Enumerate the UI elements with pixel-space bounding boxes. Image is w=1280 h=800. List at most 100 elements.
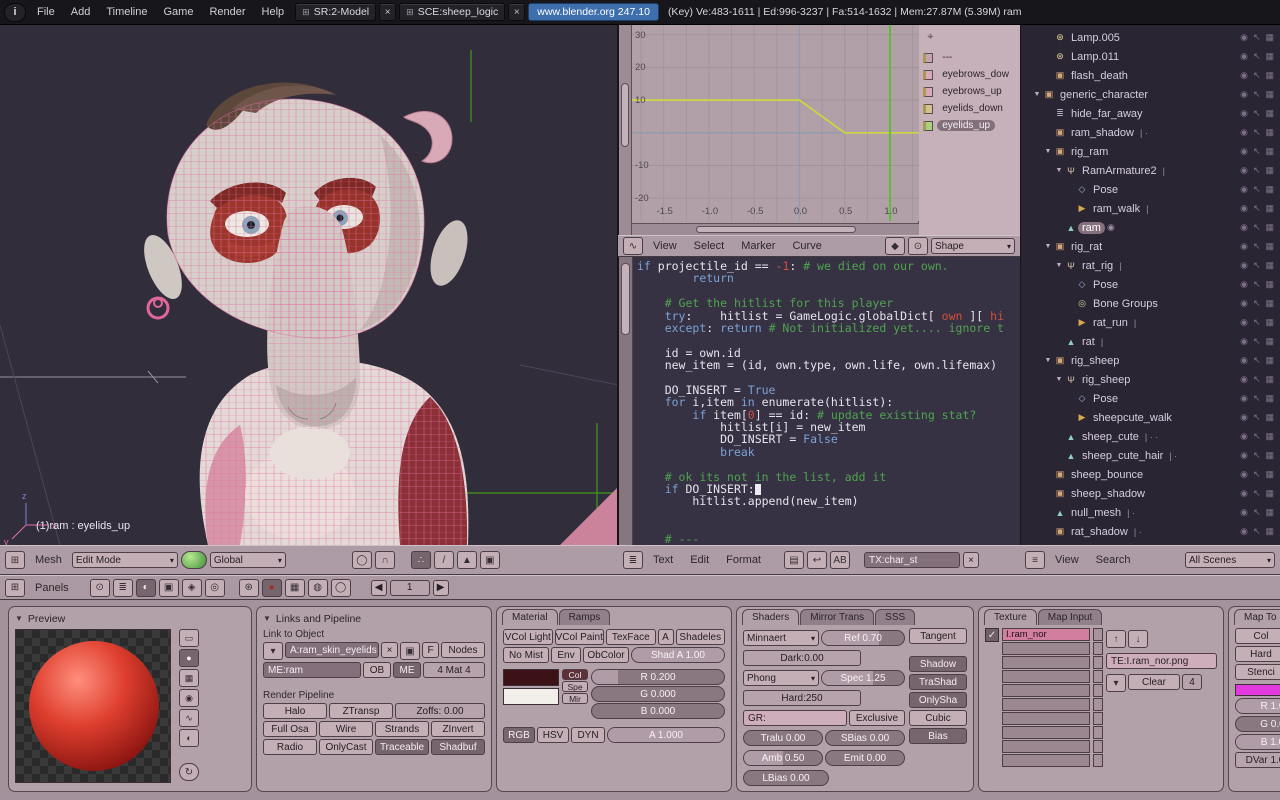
tab-ramps[interactable]: Ramps: [559, 609, 611, 625]
restrict-view-icon[interactable]: ◉: [1240, 203, 1248, 214]
restrict-view-icon[interactable]: ◉: [1240, 222, 1248, 233]
menu-search[interactable]: Search: [1089, 554, 1138, 566]
expand-triangle-icon[interactable]: ▼: [1043, 357, 1053, 364]
trashad-button[interactable]: TraShad: [909, 674, 967, 690]
mapto-color-swatch[interactable]: [1235, 684, 1280, 696]
ipo-plot-area[interactable]: -1.5-1.0-0.50.00.51.0 302010-10-20: [632, 25, 918, 235]
outliner-item-rat-shadow[interactable]: ▣rat_shadow| ·◉↖▦: [1021, 522, 1280, 541]
preview-hair-icon[interactable]: ∿: [179, 709, 199, 727]
editor-type-icon[interactable]: ⊞: [5, 579, 25, 597]
outliner-item-pose[interactable]: ◇Pose◉↖▦: [1021, 275, 1280, 294]
restrict-select-icon[interactable]: ↖: [1253, 393, 1261, 404]
shadeless-button[interactable]: Shadeles: [676, 629, 726, 645]
scrollbar-thumb[interactable]: [696, 226, 856, 233]
expand-triangle-icon[interactable]: ▼: [1043, 243, 1053, 250]
spec-shader-dropdown[interactable]: Phong▾: [743, 670, 819, 686]
preview-cube-icon[interactable]: ▦: [179, 669, 199, 687]
menu-add[interactable]: Add: [63, 6, 99, 18]
emit-slider[interactable]: Emit 0.00: [825, 750, 905, 766]
restrict-render-icon[interactable]: ▦: [1265, 146, 1274, 157]
restrict-render-icon[interactable]: ▦: [1265, 412, 1274, 423]
outliner-item-rat-rig[interactable]: ▼Ψrat_rig|◉↖▦: [1021, 256, 1280, 275]
restrict-render-icon[interactable]: ▦: [1265, 488, 1274, 499]
restrict-view-icon[interactable]: ◉: [1240, 336, 1248, 347]
alpha-slider[interactable]: A 1.000: [607, 727, 725, 743]
outliner-item-rig-ram[interactable]: ▼▣rig_ram◉↖▦: [1021, 142, 1280, 161]
menu-curve[interactable]: Curve: [785, 240, 828, 252]
diffuse-shader-dropdown[interactable]: Minnaert▾: [743, 630, 819, 646]
texture-slot-toggle[interactable]: [1093, 698, 1103, 711]
g-slider[interactable]: G 0.000: [591, 686, 725, 702]
restrict-select-icon[interactable]: ↖: [1253, 279, 1261, 290]
mesh-name-field[interactable]: ME:ram: [263, 662, 361, 678]
outliner-item-ram[interactable]: ▲ram◉◉↖▦: [1021, 218, 1280, 237]
texture-slot-empty[interactable]: [1002, 670, 1090, 683]
unlink-text-button[interactable]: ×: [963, 552, 979, 568]
ipo-type-dropdown[interactable]: Shape▾: [931, 238, 1015, 254]
panel-header[interactable]: ▼Preview: [15, 611, 245, 626]
restrict-select-icon[interactable]: ↖: [1253, 431, 1261, 442]
me-button[interactable]: ME: [393, 662, 421, 678]
tab-mirror-trans[interactable]: Mirror Trans: [800, 609, 874, 625]
texture-slot-toggle[interactable]: [1093, 656, 1103, 669]
tab-map-to[interactable]: Map To: [1234, 609, 1280, 625]
restrict-view-icon[interactable]: ◉: [1240, 469, 1248, 480]
menu-text[interactable]: Text: [646, 554, 680, 566]
auto-name-icon[interactable]: ▣: [400, 642, 420, 660]
vcol-paint-button[interactable]: VCol Paint: [555, 629, 605, 645]
menu-view[interactable]: View: [646, 240, 684, 252]
dark-field[interactable]: Dark:0.00: [743, 650, 861, 666]
copy-texture-icon[interactable]: ↑: [1106, 630, 1126, 648]
restrict-render-icon[interactable]: ▦: [1265, 32, 1274, 43]
orientation-dropdown[interactable]: Global▾: [210, 552, 286, 568]
frame-prev-button[interactable]: ◀: [371, 580, 387, 596]
line-numbers-icon[interactable]: ▤: [784, 551, 804, 569]
unlink-material-button[interactable]: ×: [381, 642, 398, 658]
radiosity-buttons-icon[interactable]: ◍: [308, 579, 328, 597]
restrict-view-icon[interactable]: ◉: [1240, 165, 1248, 176]
g-slider[interactable]: G 0.000: [1235, 716, 1280, 732]
scrollbar-thumb[interactable]: [621, 263, 630, 335]
ztransp-button[interactable]: ZTransp: [329, 703, 393, 719]
restrict-select-icon[interactable]: ↖: [1253, 165, 1261, 176]
texture-datablock-field[interactable]: TE:I.ram_nor.png: [1106, 653, 1217, 669]
panel-header[interactable]: ▼Links and Pipeline: [263, 611, 485, 626]
restrict-select-icon[interactable]: ↖: [1253, 374, 1261, 385]
tab-shaders[interactable]: Shaders: [742, 609, 799, 625]
code-area[interactable]: if projectile_id == -1: # we died on our…: [637, 260, 1020, 545]
shading-buttons-icon[interactable]: ◐: [136, 579, 156, 597]
texture-slot-toggle[interactable]: [1093, 670, 1103, 683]
ipo-channel-eyelids-up[interactable]: eyelids_up: [919, 117, 1020, 134]
frame-number-field[interactable]: 1: [390, 580, 430, 596]
editor-type-icon[interactable]: ≡: [1025, 551, 1045, 569]
hsv-button[interactable]: HSV: [537, 727, 569, 743]
expand-triangle-icon[interactable]: ▼: [1054, 262, 1064, 269]
texface-button[interactable]: TexFace: [606, 629, 656, 645]
menu-render[interactable]: Render: [201, 6, 253, 18]
restrict-view-icon[interactable]: ◉: [1240, 526, 1248, 537]
version-button[interactable]: www.blender.org 247.10: [528, 3, 659, 21]
restrict-render-icon[interactable]: ▦: [1265, 184, 1274, 195]
mir-button[interactable]: Mir: [562, 693, 588, 704]
outliner-item-ram-walk[interactable]: ▶ram_walk|◉↖▦: [1021, 199, 1280, 218]
restrict-render-icon[interactable]: ▦: [1265, 336, 1274, 347]
texture-slot-toggle[interactable]: [1093, 726, 1103, 739]
restrict-select-icon[interactable]: ↖: [1253, 507, 1261, 518]
outliner-item-rig-rat[interactable]: ▼▣rig_rat◉↖▦: [1021, 237, 1280, 256]
shadow-button[interactable]: Shadow: [909, 656, 967, 672]
restrict-select-icon[interactable]: ↖: [1253, 469, 1261, 480]
restrict-select-icon[interactable]: ↖: [1253, 70, 1261, 81]
world-buttons-icon[interactable]: ◯: [331, 579, 351, 597]
viewport-3d[interactable]: x y z (1)ram : eyelids_up: [0, 25, 618, 545]
face-select-icon[interactable]: ▲: [457, 551, 477, 569]
menu-format[interactable]: Format: [719, 554, 768, 566]
obcolor-button[interactable]: ObColor: [583, 647, 629, 663]
texture-buttons-icon[interactable]: ▦: [285, 579, 305, 597]
restrict-render-icon[interactable]: ▦: [1265, 450, 1274, 461]
restrict-select-icon[interactable]: ↖: [1253, 203, 1261, 214]
outliner-item-generic-character[interactable]: ▼▣generic_character◉↖▦: [1021, 85, 1280, 104]
restrict-select-icon[interactable]: ↖: [1253, 412, 1261, 423]
ground-plane[interactable]: [560, 487, 618, 545]
amb-slider[interactable]: Amb 0.50: [743, 750, 823, 766]
ipo-horizontal-scrollbar[interactable]: [632, 223, 919, 235]
